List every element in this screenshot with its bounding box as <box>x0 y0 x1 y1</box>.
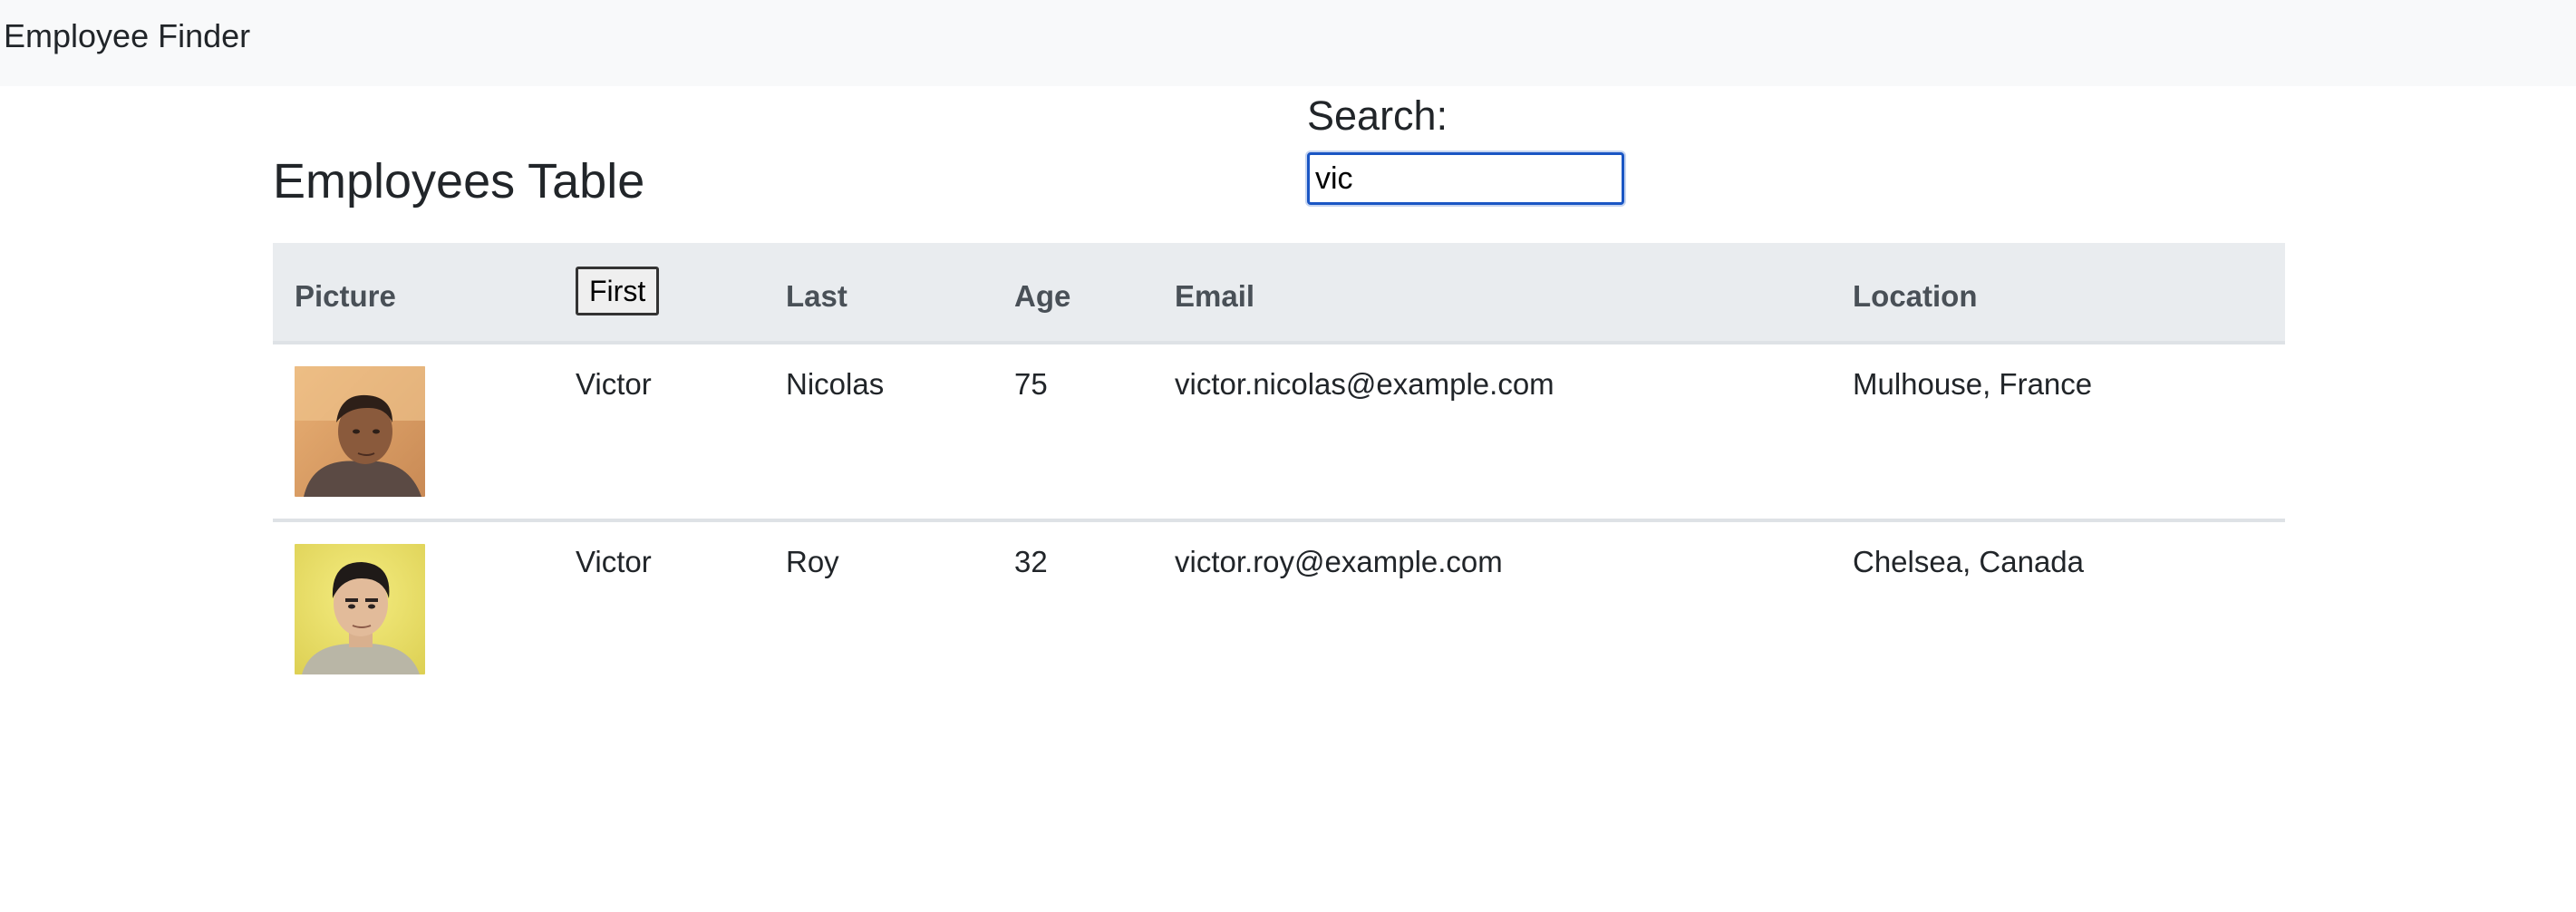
age-cell: 75 <box>1014 367 1048 401</box>
sort-first-button[interactable]: First <box>576 267 660 315</box>
first-name-cell: Victor <box>554 519 764 698</box>
picture-cell <box>273 519 554 698</box>
employee-avatar-image <box>295 544 425 674</box>
page-title: Employees Table <box>273 154 645 209</box>
navbar: Employee Finder <box>0 0 2576 86</box>
header-location: Location <box>1831 243 2285 344</box>
age-cell: 32 <box>993 519 1153 698</box>
first-name-cell: Victor <box>576 367 652 401</box>
header-picture: Picture <box>273 243 554 344</box>
header-first: First <box>554 243 764 344</box>
picture-cell <box>273 343 554 520</box>
brand-title[interactable]: Employee Finder <box>4 16 250 56</box>
employee-avatar-image <box>295 366 425 497</box>
header-email: Email <box>1153 243 1831 344</box>
last-name-cell: Nicolas <box>786 367 885 401</box>
search-label: Search: <box>1307 92 1448 139</box>
search-input[interactable] <box>1307 152 1624 205</box>
header-age: Age <box>993 243 1153 344</box>
header-last: Last <box>764 243 993 344</box>
location-cell: Mulhouse, France <box>1853 367 2093 401</box>
location-cell: Chelsea, Canada <box>1831 519 2285 698</box>
email-cell: victor.nicolas@example.com <box>1175 367 1554 401</box>
table-row: Victor Roy 32 victor.roy@example.com Che… <box>273 519 2285 698</box>
table-header-row: Picture First Last Age Email Location <box>273 243 2285 344</box>
table-row: Victor Nicolas 75 victor.nicolas@example… <box>273 343 2285 520</box>
email-cell: victor.roy@example.com <box>1153 519 1831 698</box>
employees-table: Picture First Last Age Email Location Vi… <box>273 243 2285 698</box>
last-name-cell: Roy <box>764 519 993 698</box>
